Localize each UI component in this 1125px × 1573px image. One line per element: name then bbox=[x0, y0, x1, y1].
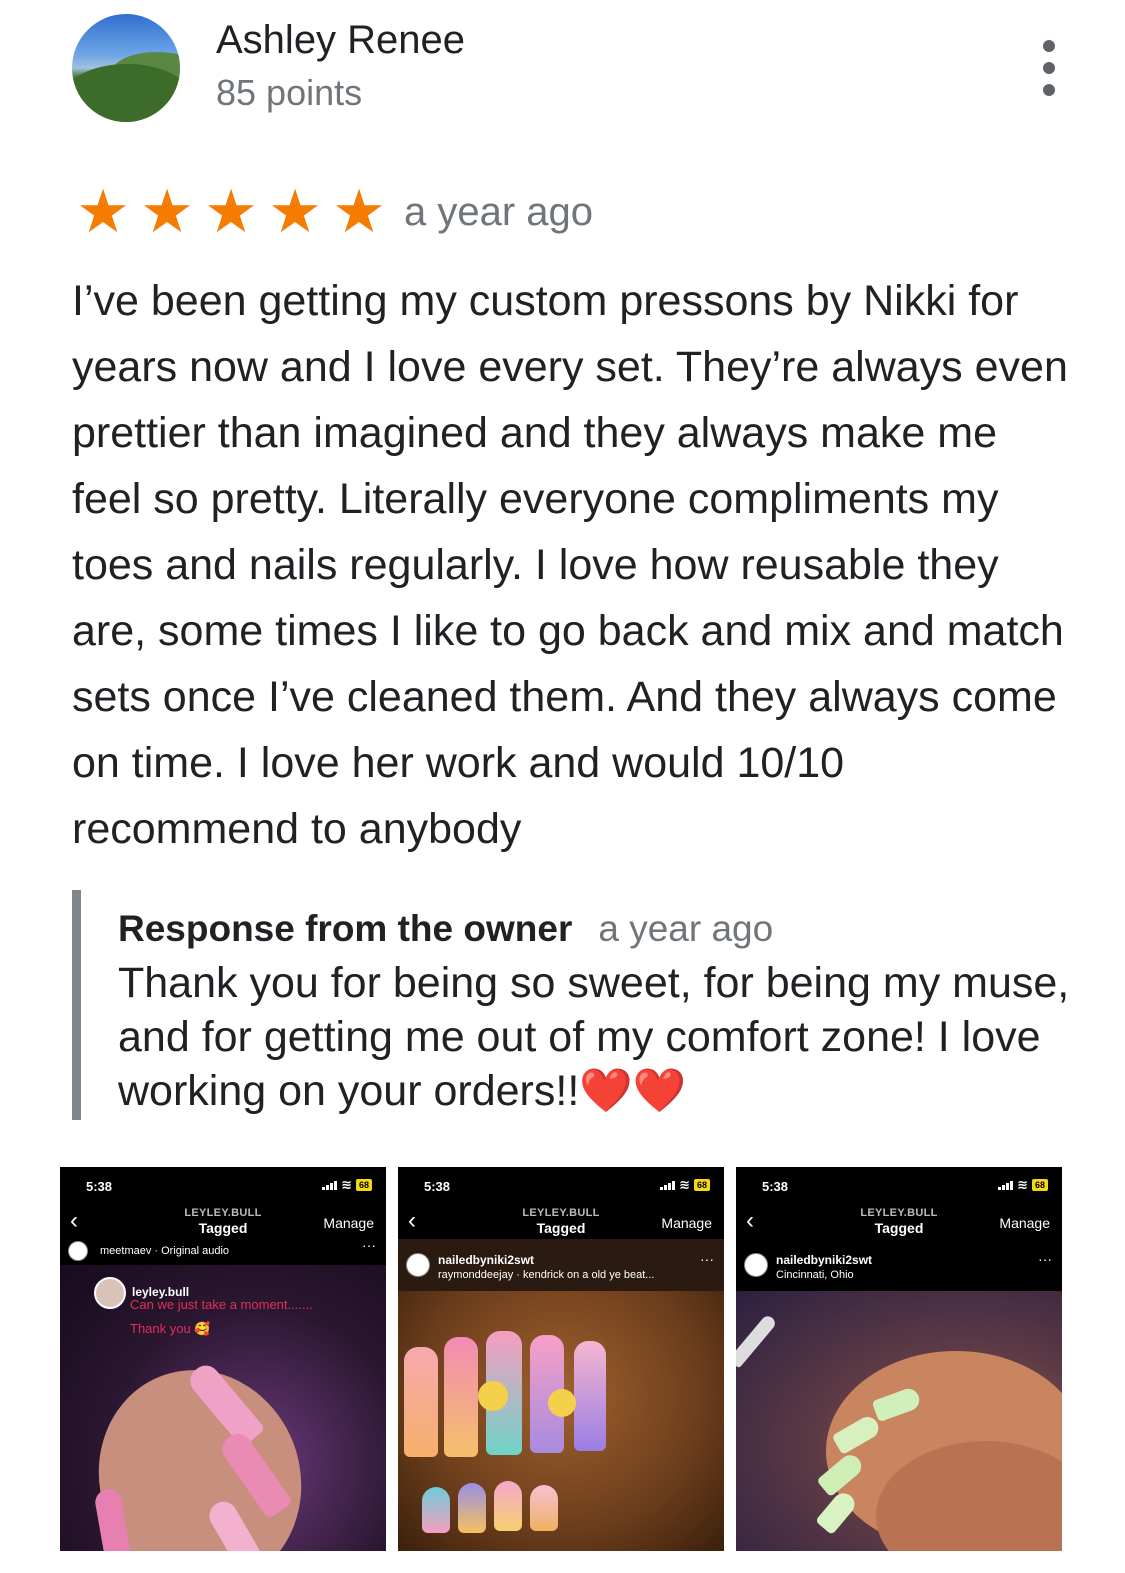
reviewer-name[interactable]: Ashley Renee bbox=[216, 18, 465, 63]
wifi-icon: ≋ bbox=[341, 1177, 352, 1192]
review-photo[interactable]: 5:38 ≋ 68 ‹ LEYLEY.BULL Tagged Manage me… bbox=[60, 1167, 386, 1551]
star-icon: ★ bbox=[204, 178, 258, 245]
battery-icon: 68 bbox=[1031, 1179, 1048, 1191]
review-photo[interactable]: 5:38 ≋ 68 ‹ LEYLEY.BULL Tagged Manage na… bbox=[398, 1167, 724, 1551]
screenshot-header: ‹ LEYLEY.BULL Tagged Manage bbox=[736, 1203, 1062, 1239]
review-time: a year ago bbox=[404, 189, 594, 234]
post: nailedbyniki2swt Cincinnati, Ohio ··· bbox=[736, 1239, 1062, 1551]
wifi-icon: ≋ bbox=[679, 1177, 690, 1192]
review-text: I’ve been getting my custom pressons by … bbox=[72, 277, 1068, 853]
status-time: 5:38 bbox=[86, 1179, 113, 1194]
post-avatar bbox=[68, 1241, 88, 1261]
post-username: nailedbyniki2swt bbox=[776, 1253, 873, 1267]
star-rating: ★ ★ ★ ★ ★ bbox=[72, 182, 390, 242]
nails-photo bbox=[736, 1291, 1062, 1551]
star-icon: ★ bbox=[140, 178, 194, 245]
screenshot-header: ‹ LEYLEY.BULL Tagged Manage bbox=[398, 1203, 724, 1239]
post-avatar bbox=[406, 1253, 430, 1277]
star-icon: ★ bbox=[76, 178, 130, 245]
wifi-icon: ≋ bbox=[1017, 1177, 1028, 1192]
status-time: 5:38 bbox=[424, 1179, 451, 1194]
story-caption: Can we just take a moment....... bbox=[130, 1297, 313, 1312]
manage-label: Manage bbox=[999, 1215, 1050, 1231]
review-photo[interactable]: 5:38 ≋ 68 ‹ LEYLEY.BULL Tagged Manage na… bbox=[736, 1167, 1062, 1551]
more-icon: ··· bbox=[1038, 1251, 1052, 1267]
owner-response-text: Thank you for being so sweet, for being … bbox=[118, 959, 1070, 1115]
star-icon: ★ bbox=[332, 178, 386, 245]
story-caption: Thank you 🥰 bbox=[130, 1321, 211, 1336]
post-location: Cincinnati, Ohio bbox=[776, 1269, 854, 1281]
reviewer-points: 85 points bbox=[216, 72, 363, 113]
status-time: 5:38 bbox=[762, 1179, 789, 1194]
star-icon: ★ bbox=[268, 178, 322, 245]
battery-icon: 68 bbox=[693, 1179, 710, 1191]
status-bar: 5:38 ≋ 68 bbox=[736, 1167, 1062, 1203]
story-avatar bbox=[94, 1277, 126, 1309]
rating-row: ★ ★ ★ ★ ★ a year ago bbox=[72, 182, 593, 242]
avatar-landscape bbox=[72, 64, 180, 122]
status-bar: 5:38 ≋ 68 bbox=[60, 1167, 386, 1203]
post-subtitle: raymonddeejay · kendrick on a old ye bea… bbox=[438, 1269, 655, 1281]
signal-icon bbox=[322, 1180, 338, 1190]
status-bar: 5:38 ≋ 68 bbox=[398, 1167, 724, 1203]
owner-response-time: a year ago bbox=[598, 908, 774, 949]
owner-response-title: Response from the owner bbox=[118, 908, 573, 949]
post-avatar bbox=[744, 1253, 768, 1277]
more-icon: ··· bbox=[700, 1251, 714, 1267]
signal-icon bbox=[998, 1180, 1014, 1190]
signal-icon bbox=[660, 1180, 676, 1190]
manage-label: Manage bbox=[661, 1215, 712, 1231]
post: nailedbyniki2swt raymonddeejay · kendric… bbox=[398, 1239, 724, 1551]
manage-label: Manage bbox=[323, 1215, 374, 1231]
more-icon: ··· bbox=[362, 1237, 376, 1253]
post-subtitle: meetmaev · Original audio bbox=[100, 1245, 230, 1257]
nails-photo bbox=[398, 1291, 724, 1551]
screenshot-header: ‹ LEYLEY.BULL Tagged Manage bbox=[60, 1203, 386, 1239]
post-username: nailedbyniki2swt bbox=[438, 1253, 535, 1267]
battery-icon: 68 bbox=[355, 1179, 372, 1191]
reviewer-avatar[interactable] bbox=[72, 14, 180, 122]
review-photos: 5:38 ≋ 68 ‹ LEYLEY.BULL Tagged Manage me… bbox=[60, 1167, 1062, 1551]
post: meetmaev · Original audio ··· leyley.bul… bbox=[60, 1237, 386, 1551]
more-options-icon[interactable] bbox=[1032, 40, 1066, 96]
owner-response: Response from the owner a year ago Thank… bbox=[72, 890, 1072, 1120]
